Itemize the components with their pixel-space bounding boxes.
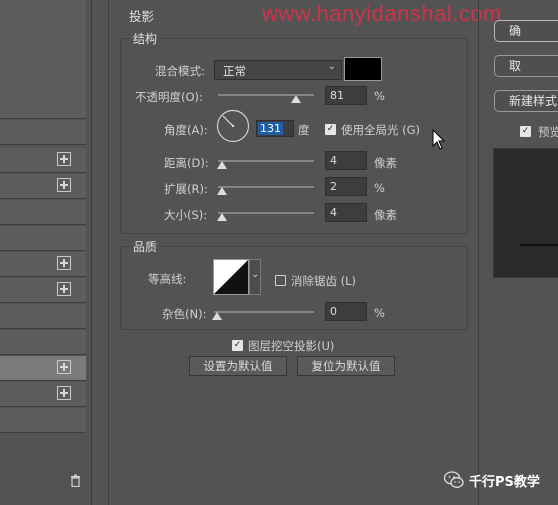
mouse-cursor-icon	[432, 128, 446, 155]
add-effect-icon[interactable]	[57, 386, 71, 400]
list-item[interactable]	[0, 148, 86, 173]
list-item[interactable]	[0, 330, 86, 355]
angle-label: 角度(A):	[164, 123, 208, 137]
size-label: 大小(S):	[164, 208, 208, 222]
divider	[108, 0, 109, 505]
list-item[interactable]	[0, 200, 86, 225]
list-item[interactable]	[0, 408, 86, 433]
angle-unit: 度	[298, 123, 310, 137]
global-light-label: 使用全局光 (G)	[341, 123, 421, 137]
add-effect-icon[interactable]	[57, 178, 71, 192]
antialias-label: 消除锯齿 (L)	[291, 274, 357, 288]
list-item[interactable]	[0, 278, 86, 303]
watermark: www.hanyidanshal.com	[262, 1, 502, 26]
opacity-unit: %	[374, 89, 385, 103]
list-item[interactable]	[0, 70, 86, 95]
list-item[interactable]	[0, 304, 86, 329]
list-item[interactable]	[0, 226, 86, 251]
contour-label: 等高线:	[148, 272, 187, 286]
list-item[interactable]	[0, 174, 86, 199]
add-effect-icon[interactable]	[57, 152, 71, 166]
noise-slider-track[interactable]	[214, 311, 314, 313]
size-slider-track[interactable]	[218, 212, 314, 214]
distance-unit: 像素	[374, 156, 397, 170]
global-light-checkbox[interactable]: ✓	[325, 124, 336, 135]
add-effect-icon[interactable]	[57, 282, 71, 296]
blend-mode-value: 正常	[223, 64, 246, 78]
contour-dropdown[interactable]: ⌄	[249, 259, 261, 295]
distance-slider-thumb[interactable]	[217, 161, 227, 169]
add-effect-icon[interactable]	[57, 360, 71, 374]
noise-input[interactable]: 0	[325, 302, 367, 321]
knockout-label: 图层挖空投影(U)	[248, 339, 335, 353]
list-item[interactable]	[0, 382, 86, 407]
angle-value: 131	[258, 122, 283, 135]
list-item-selected[interactable]	[0, 356, 86, 381]
distance-slider-track[interactable]	[218, 160, 314, 162]
spread-label: 扩展(R):	[164, 182, 208, 196]
trash-icon[interactable]	[70, 474, 81, 491]
opacity-label: 不透明度(O):	[135, 90, 203, 104]
preview-label: 预览	[538, 125, 558, 139]
noise-label: 杂色(N):	[162, 307, 207, 321]
wechat-icon	[443, 469, 465, 491]
spread-slider-track[interactable]	[218, 186, 314, 188]
divider	[478, 0, 479, 505]
angle-input[interactable]: 131	[256, 120, 294, 137]
spread-input[interactable]: 2	[325, 177, 367, 196]
add-effect-icon[interactable]	[57, 256, 71, 270]
preview-thumbnail	[493, 148, 558, 278]
list-item[interactable]	[0, 46, 86, 71]
panel-title: 投影	[129, 9, 155, 24]
blend-mode-select[interactable]: 正常 ⌄	[214, 60, 342, 80]
structure-title: 结构	[130, 30, 161, 47]
contour-picker[interactable]	[213, 259, 249, 295]
spread-slider-thumb[interactable]	[217, 187, 227, 195]
opacity-slider-thumb[interactable]	[291, 95, 301, 103]
shadow-color-swatch[interactable]	[344, 57, 382, 81]
ok-button[interactable]: 确	[494, 20, 558, 42]
antialias-checkbox[interactable]	[275, 275, 286, 286]
preview-shadow-line	[520, 244, 558, 246]
size-slider-thumb[interactable]	[217, 213, 227, 221]
quality-title: 品质	[130, 238, 161, 255]
brand-text: 千行PS教学	[469, 475, 540, 490]
knockout-checkbox[interactable]: ✓	[232, 340, 243, 351]
size-unit: 像素	[374, 208, 397, 222]
preview-checkbox[interactable]: ✓	[520, 126, 531, 137]
spread-unit: %	[374, 181, 385, 195]
make-default-button[interactable]: 设置为默认值	[189, 356, 287, 376]
noise-unit: %	[374, 306, 385, 320]
chevron-down-icon: ⌄	[251, 269, 260, 280]
new-style-button[interactable]: 新建样式	[494, 90, 558, 112]
chevron-down-icon: ⌄	[327, 61, 336, 72]
list-item[interactable]	[0, 252, 86, 277]
list-item[interactable]	[0, 94, 86, 119]
reset-default-button[interactable]: 复位为默认值	[297, 356, 395, 376]
styles-list	[0, 0, 92, 505]
opacity-input[interactable]: 81	[325, 86, 367, 105]
noise-slider-thumb[interactable]	[212, 312, 222, 320]
list-item[interactable]	[0, 120, 86, 145]
cancel-button[interactable]: 取	[494, 55, 558, 77]
blend-mode-label: 混合模式:	[155, 64, 205, 78]
angle-dial[interactable]	[216, 109, 250, 143]
distance-input[interactable]: 4	[325, 151, 367, 170]
list-item[interactable]	[0, 22, 86, 47]
distance-label: 距离(D):	[164, 156, 209, 170]
size-input[interactable]: 4	[325, 203, 367, 222]
